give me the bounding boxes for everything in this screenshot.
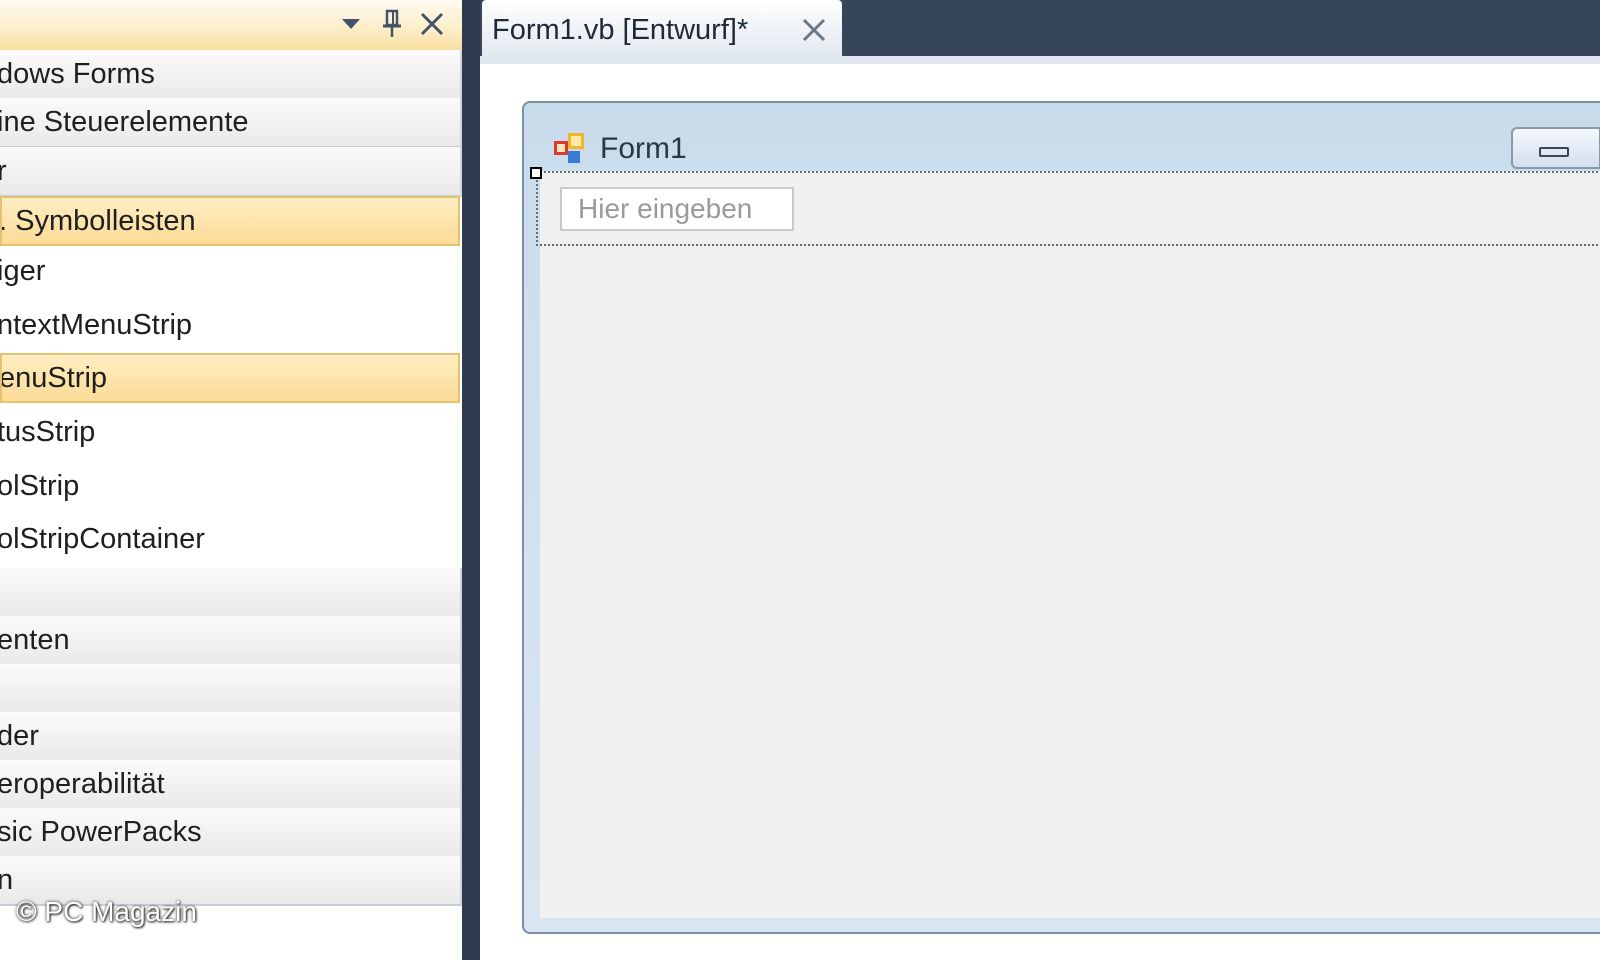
toolbox-row-label: sic PowerPacks <box>0 815 202 848</box>
toolbox-row-label: enuStrip <box>0 361 108 394</box>
toolbox-item[interactable]: ntextMenuStrip <box>0 300 462 350</box>
tab-underline <box>480 56 1600 64</box>
toolbox-row-label: eroperabilität <box>0 767 165 800</box>
pin-icon[interactable] <box>375 6 409 42</box>
panel-splitter[interactable] <box>462 0 480 960</box>
toolbox-row-label: olStrip <box>0 469 80 502</box>
form-icon <box>552 131 586 165</box>
toolbox-category[interactable]: r <box>0 147 462 197</box>
document-tab-strip: Form1.vb [Entwurf]* <box>480 0 1600 60</box>
toolbox-header <box>0 0 462 50</box>
toolbox-row-label: . Symbolleisten <box>0 204 196 237</box>
toolbox-row-label: n <box>0 864 13 897</box>
tab-label: Form1.vb [Entwurf]* <box>492 13 749 46</box>
toolbox-item[interactable]: tusStrip <box>0 407 462 457</box>
form-titlebar[interactable]: Form1 <box>524 103 1600 171</box>
toolbox-category[interactable]: der <box>0 712 462 762</box>
toolbox-row-label: ntextMenuStrip <box>0 308 193 341</box>
form-client-area[interactable]: Hier eingeben <box>530 167 1600 918</box>
toolbox-row-label: r <box>0 155 7 188</box>
toolbox-category[interactable]: ine Steuerelemente <box>0 98 462 148</box>
minimize-icon <box>1539 147 1569 157</box>
selection-handle[interactable] <box>530 167 542 179</box>
toolbox-row-label: dows Forms <box>0 57 155 90</box>
toolbox-item[interactable]: olStripContainer <box>0 514 462 564</box>
form-designer-window[interactable]: Form1 Hier eingeben <box>522 101 1600 934</box>
toolbox-row-label: iger <box>0 254 46 287</box>
toolbox-row-label: tusStrip <box>0 415 96 448</box>
toolbox-category[interactable]: sic PowerPacks <box>0 808 462 858</box>
form-title: Form1 <box>600 132 687 165</box>
toolbox-category-selected[interactable]: . Symbolleisten <box>0 196 460 246</box>
toolbox-item[interactable]: olStrip <box>0 461 462 511</box>
tab-form1-designer[interactable]: Form1.vb [Entwurf]* <box>482 0 842 60</box>
toolbox-category[interactable]: enten <box>0 616 462 666</box>
toolbox-item[interactable]: iger <box>0 246 462 296</box>
minimize-button[interactable] <box>1511 127 1600 169</box>
toolbox-row-label: olStripContainer <box>0 522 205 555</box>
menu-type-here-input[interactable]: Hier eingeben <box>560 187 794 231</box>
toolbox-category[interactable]: eroperabilität <box>0 760 462 810</box>
toolbox-row-label: ine Steuerelemente <box>0 105 249 138</box>
watermark: © PC Magazin <box>16 896 197 927</box>
toolbox-category[interactable] <box>0 568 462 618</box>
toolbox-category[interactable] <box>0 664 462 714</box>
close-icon[interactable] <box>415 6 449 42</box>
toolbox-row-label: der <box>0 719 39 752</box>
toolbox-category[interactable]: dows Forms <box>0 50 462 100</box>
toolbox-item-selected[interactable]: enuStrip <box>0 353 460 403</box>
close-icon[interactable] <box>800 16 828 44</box>
toolbox-panel: dows Forms ine Steuerelemente r . Symbol… <box>0 0 462 960</box>
menustrip-design-surface[interactable]: Hier eingeben <box>530 167 1600 246</box>
designer-area: Form1.vb [Entwurf]* Form1 Hier eingeben <box>480 0 1600 960</box>
toolbox-row-label: enten <box>0 623 70 656</box>
chevron-down-icon[interactable] <box>334 6 368 42</box>
